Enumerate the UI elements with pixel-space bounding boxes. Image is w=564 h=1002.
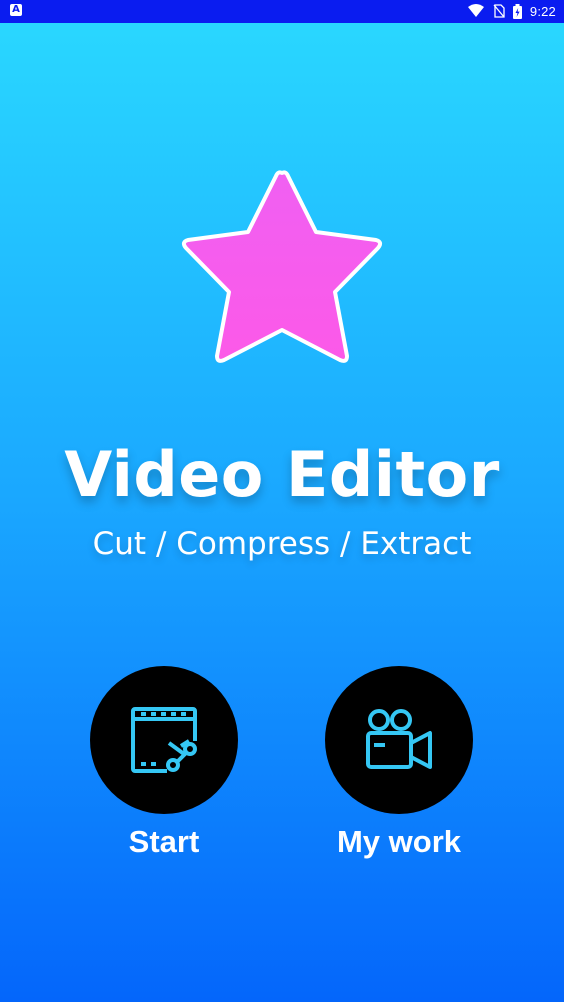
status-bar: A 9:22 — [0, 0, 564, 23]
status-time: 9:22 — [529, 3, 556, 19]
battery-charging-icon — [512, 3, 522, 19]
video-camera-icon — [366, 709, 432, 769]
my-work-button-circle[interactable] — [325, 666, 473, 814]
video-cut-icon — [131, 707, 197, 773]
start-button-circle[interactable] — [90, 666, 238, 814]
my-work-button[interactable]: My work — [324, 666, 474, 860]
my-work-label[interactable]: My work — [324, 824, 474, 860]
app-title: Video Editor — [64, 438, 500, 511]
start-button[interactable]: Start — [89, 666, 239, 860]
app-subtitle: Cut / Compress / Extract — [92, 526, 472, 562]
status-icons: 9:22 — [467, 2, 556, 20]
star-icon — [180, 168, 384, 364]
app-screen: A 9:22 Video Editor Cut / Compress / Ext… — [0, 0, 564, 1002]
wifi-icon — [467, 4, 484, 17]
start-label[interactable]: Start — [89, 824, 239, 860]
no-sim-icon — [493, 4, 505, 18]
notification-icon: A — [10, 4, 22, 16]
